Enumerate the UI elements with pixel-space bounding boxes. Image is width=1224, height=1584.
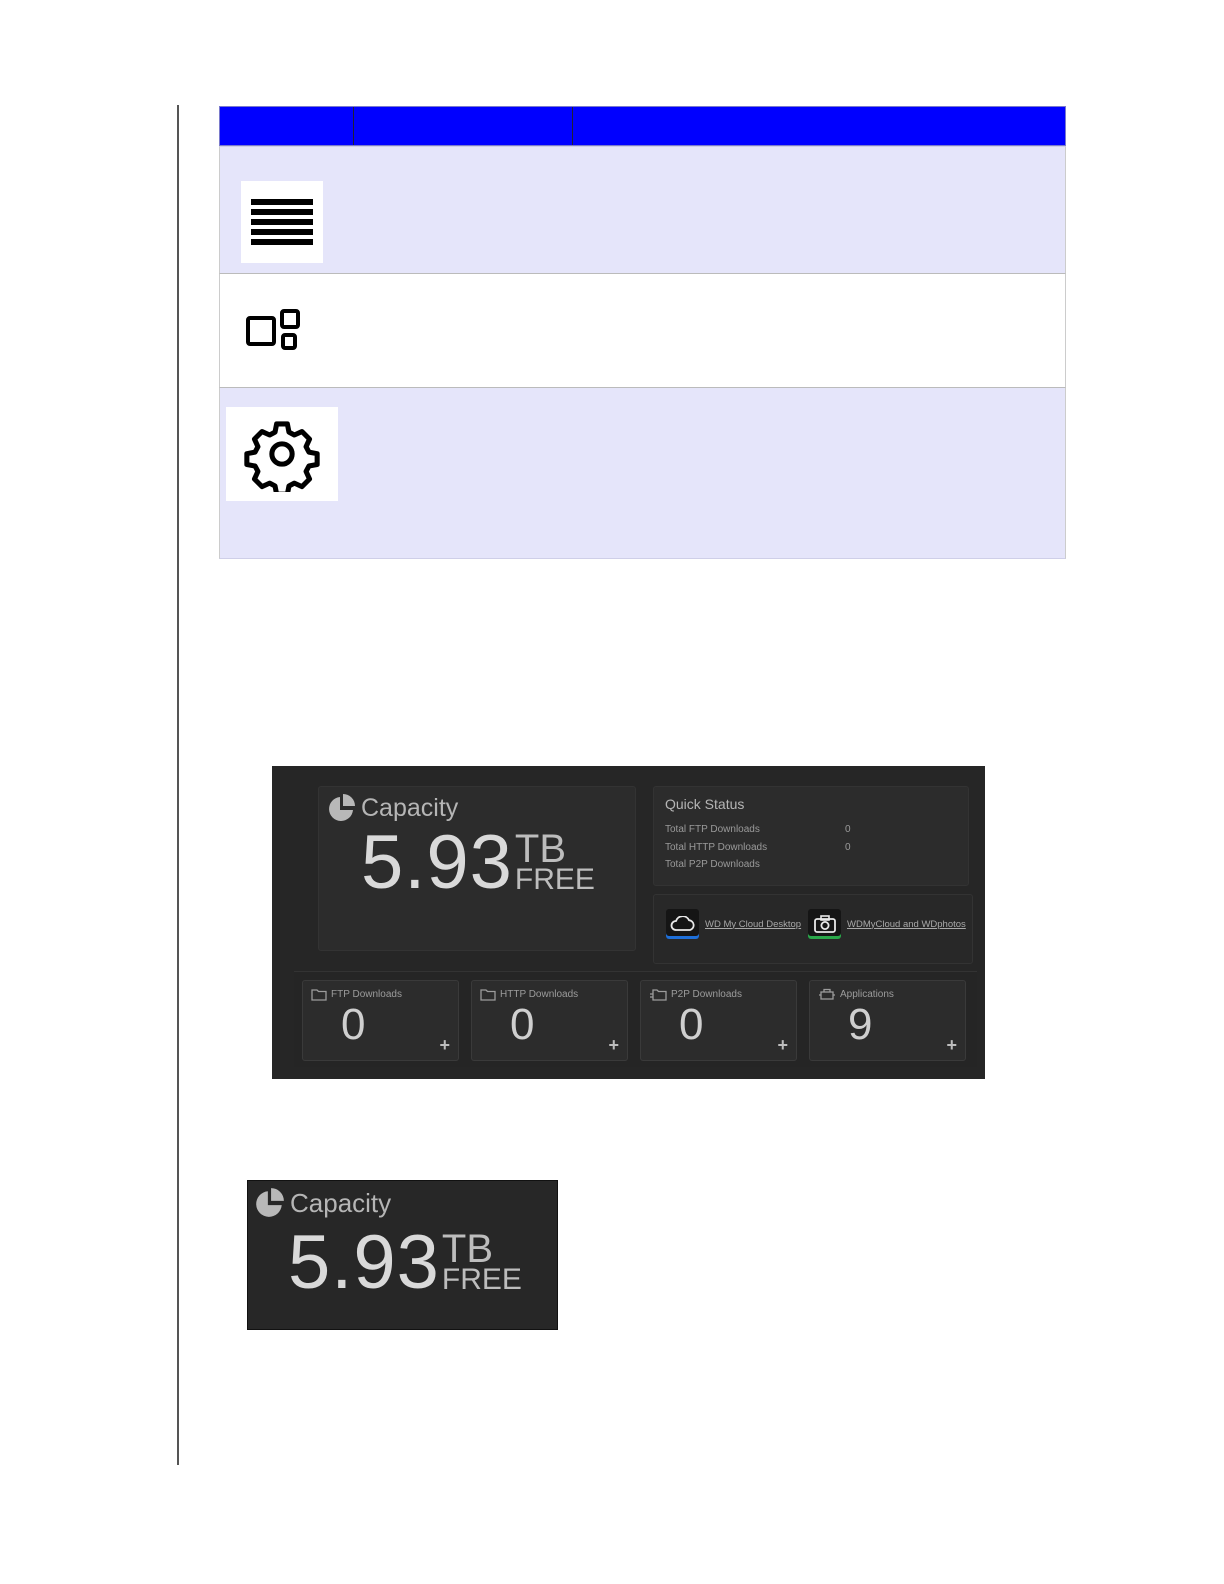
quick-status-row: Total P2P Downloads	[665, 859, 760, 870]
capacity-title: Capacity	[254, 1187, 391, 1219]
tile-value: 0	[510, 1000, 535, 1049]
ftp-downloads-tile[interactable]: FTP Downloads 0 +	[302, 980, 459, 1061]
tile-value: 0	[341, 1000, 366, 1049]
wd-my-cloud-desktop-link[interactable]: WD My Cloud Desktop	[666, 909, 801, 939]
camera-icon	[808, 909, 841, 939]
devices-icon	[240, 296, 308, 364]
capacity-status: FREE	[441, 1263, 522, 1296]
cloud-icon	[666, 909, 699, 939]
dashboard-screenshot: Capacity 5.93 TB FREE Quick Status Total…	[272, 766, 985, 1079]
gear-icon	[226, 407, 338, 501]
http-downloads-tile[interactable]: HTTP Downloads 0 +	[471, 980, 628, 1061]
quick-status-row: Total FTP Downloads 0	[665, 824, 851, 835]
folder-network-icon	[650, 989, 667, 1001]
capacity-title: Capacity	[327, 793, 458, 823]
table-row	[219, 388, 1066, 559]
expand-plus-icon[interactable]: +	[439, 1035, 450, 1056]
pie-chart-icon	[256, 1188, 284, 1217]
table-row	[219, 146, 1066, 274]
expand-plus-icon[interactable]: +	[946, 1035, 957, 1056]
table-row	[219, 274, 1066, 388]
capacity-label: Capacity	[290, 1187, 392, 1218]
pie-chart-icon	[329, 794, 355, 821]
capacity-crop: Capacity 5.93 TB FREE	[247, 1180, 558, 1330]
capacity-status: FREE	[514, 863, 595, 896]
margin-rule	[177, 105, 179, 1465]
quick-status-title: Quick Status	[665, 796, 745, 812]
capacity-number: 5.93	[288, 1220, 440, 1305]
stats-row: FTP Downloads 0 + HTTP Downloads 0 + P2P…	[294, 971, 977, 1067]
folder-icon	[480, 989, 496, 1001]
capacity-panel: Capacity 5.93 TB FREE	[318, 786, 636, 951]
quick-status-panel: Quick Status Total FTP Downloads 0 Total…	[653, 786, 969, 886]
hamburger-menu-icon	[241, 181, 323, 263]
wdmycloud-wdphotos-link[interactable]: WDMyCloud and WDphotos	[808, 909, 966, 939]
quick-status-row: Total HTTP Downloads 0	[665, 841, 851, 853]
table-header-cell	[220, 107, 354, 145]
expand-plus-icon[interactable]: +	[777, 1035, 788, 1056]
capacity-number: 5.93	[361, 820, 513, 905]
table-header-cell	[354, 107, 573, 145]
capacity-value: 5.93 TB FREE	[361, 825, 595, 901]
applications-icon	[819, 988, 835, 1000]
capacity-value: 5.93 TB FREE	[288, 1225, 522, 1301]
applications-tile[interactable]: Applications 9 +	[809, 980, 966, 1061]
capacity-label: Capacity	[361, 793, 459, 822]
table-header-cell	[573, 107, 1065, 145]
tile-value: 0	[679, 1000, 704, 1049]
app-links-panel: WD My Cloud Desktop WDMyCloud and WDphot…	[653, 894, 973, 964]
table-header	[219, 106, 1066, 146]
icon-table	[219, 106, 1066, 559]
expand-plus-icon[interactable]: +	[608, 1035, 619, 1056]
p2p-downloads-tile[interactable]: P2P Downloads 0 +	[640, 980, 797, 1061]
tile-value: 9	[848, 1000, 873, 1049]
folder-icon	[311, 989, 327, 1001]
